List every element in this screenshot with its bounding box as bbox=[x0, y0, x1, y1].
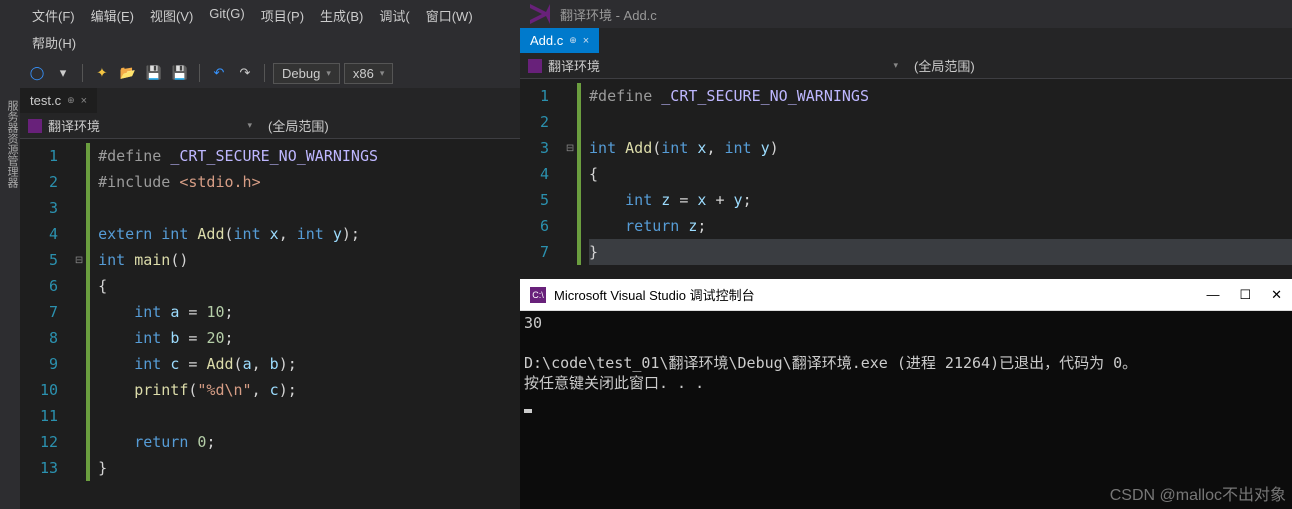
line-gutter: 1 2 3 4 5 6 7 bbox=[520, 79, 563, 279]
platform-dropdown[interactable]: x86 bbox=[344, 63, 394, 84]
menu-git[interactable]: Git(G) bbox=[201, 2, 252, 29]
menu-bar: 文件(F) 编辑(E) 视图(V) Git(G) 项目(P) 生成(B) 调试(… bbox=[20, 0, 520, 58]
line-gutter: 1 2 3 4 5 6 7 8 9 10 11 12 13 bbox=[20, 139, 72, 509]
nav-project-dropdown[interactable]: 翻译环境 ▾ bbox=[20, 113, 260, 138]
config-dropdown[interactable]: Debug bbox=[273, 63, 340, 84]
save-all-button[interactable]: 💾 bbox=[169, 62, 191, 84]
fold-toggle[interactable]: ⊟ bbox=[563, 135, 577, 161]
nav-bar-right: 翻译环境 ▾ (全局范围) bbox=[520, 53, 1292, 79]
code-area[interactable]: #define _CRT_SECURE_NO_WARNINGS int Add(… bbox=[581, 79, 1292, 279]
menu-debug[interactable]: 调试( bbox=[371, 2, 417, 29]
cursor bbox=[524, 409, 532, 413]
console-window: C:\ Microsoft Visual Studio 调试控制台 — ☐ ✕ … bbox=[520, 279, 1292, 509]
tab-bar-left: test.c ⊕ × bbox=[20, 88, 520, 113]
pin-icon[interactable]: ⊕ bbox=[569, 35, 577, 46]
title-bar-right: 翻译环境 - Add.c bbox=[520, 0, 1292, 28]
menu-window[interactable]: 窗口(W) bbox=[418, 2, 481, 29]
menu-file[interactable]: 文件(F) bbox=[24, 2, 83, 29]
code-area[interactable]: #define _CRT_SECURE_NO_WARNINGS #include… bbox=[90, 139, 520, 509]
left-sidebar: 服务器资源管理器 工具箱 bbox=[0, 0, 20, 509]
menu-edit[interactable]: 编辑(E) bbox=[83, 2, 142, 29]
maximize-button[interactable]: ☐ bbox=[1239, 287, 1251, 303]
menu-help[interactable]: 帮助(H) bbox=[24, 29, 84, 56]
right-panel: 翻译环境 - Add.c Add.c ⊕ × 翻译环境 ▾ (全局范围) 1 2… bbox=[520, 0, 1292, 509]
project-icon bbox=[28, 119, 42, 133]
menu-build[interactable]: 生成(B) bbox=[312, 2, 371, 29]
menu-view[interactable]: 视图(V) bbox=[142, 2, 201, 29]
close-icon[interactable]: × bbox=[81, 95, 87, 107]
separator bbox=[199, 64, 200, 82]
separator bbox=[82, 64, 83, 82]
console-icon: C:\ bbox=[530, 287, 546, 303]
chevron-down-icon: ▾ bbox=[247, 120, 252, 131]
tab-label: test.c bbox=[30, 93, 61, 108]
undo-button[interactable]: ↶ bbox=[208, 62, 230, 84]
toolbar: ◯ ▾ ✦ 📂 💾 💾 ↶ ↷ Debug x86 bbox=[20, 58, 520, 88]
project-icon bbox=[528, 59, 542, 73]
nav-label: (全局范围) bbox=[914, 56, 975, 75]
menu-project[interactable]: 项目(P) bbox=[253, 2, 312, 29]
nav-label: 翻译环境 bbox=[548, 56, 600, 75]
nav-project-dropdown[interactable]: 翻译环境 ▾ bbox=[520, 53, 906, 78]
fold-gutter: ⊟ bbox=[72, 139, 86, 509]
close-button[interactable]: ✕ bbox=[1271, 287, 1282, 303]
fold-gutter: ⊟ bbox=[563, 79, 577, 279]
vs-logo-icon bbox=[530, 4, 550, 24]
console-title-bar: C:\ Microsoft Visual Studio 调试控制台 — ☐ ✕ bbox=[520, 279, 1292, 311]
watermark: CSDN @malloc不出对象 bbox=[1110, 481, 1286, 505]
pin-icon[interactable]: ⊕ bbox=[67, 95, 75, 106]
left-editor-panel: 文件(F) 编辑(E) 视图(V) Git(G) 项目(P) 生成(B) 调试(… bbox=[20, 0, 520, 509]
close-icon[interactable]: × bbox=[583, 35, 589, 47]
editor-left[interactable]: 1 2 3 4 5 6 7 8 9 10 11 12 13 ⊟ #define … bbox=[20, 139, 520, 509]
new-file-button[interactable]: ✦ bbox=[91, 62, 113, 84]
tab-test-c[interactable]: test.c ⊕ × bbox=[20, 88, 97, 113]
window-title: 翻译环境 - Add.c bbox=[560, 5, 657, 24]
nav-scope-dropdown[interactable]: (全局范围) bbox=[906, 53, 1292, 78]
fold-toggle[interactable]: ⊟ bbox=[72, 247, 86, 273]
nav-scope-dropdown[interactable]: (全局范围) bbox=[260, 113, 520, 138]
nav-bar-left: 翻译环境 ▾ (全局范围) bbox=[20, 113, 520, 139]
save-button[interactable]: 💾 bbox=[143, 62, 165, 84]
tab-add-c[interactable]: Add.c ⊕ × bbox=[520, 28, 599, 53]
minimize-button[interactable]: — bbox=[1206, 287, 1219, 303]
console-title-text: Microsoft Visual Studio 调试控制台 bbox=[554, 285, 755, 304]
console-output[interactable]: 30 D:\code\test_01\翻译环境\Debug\翻译环境.exe (… bbox=[520, 311, 1292, 509]
editor-right[interactable]: 1 2 3 4 5 6 7 ⊟ #define _CRT_SECURE_NO_W… bbox=[520, 79, 1292, 279]
separator bbox=[264, 64, 265, 82]
chevron-down-icon: ▾ bbox=[893, 60, 898, 71]
tab-bar-right: Add.c ⊕ × bbox=[520, 28, 1292, 53]
nav-back-button[interactable]: ◯ bbox=[26, 62, 48, 84]
nav-fwd-button[interactable]: ▾ bbox=[52, 62, 74, 84]
sidebar-tab-server-explorer[interactable]: 服务器资源管理器 bbox=[4, 100, 20, 509]
nav-label: 翻译环境 bbox=[48, 116, 100, 135]
open-folder-button[interactable]: 📂 bbox=[117, 62, 139, 84]
nav-label: (全局范围) bbox=[268, 116, 329, 135]
tab-label: Add.c bbox=[530, 33, 563, 48]
redo-button[interactable]: ↷ bbox=[234, 62, 256, 84]
